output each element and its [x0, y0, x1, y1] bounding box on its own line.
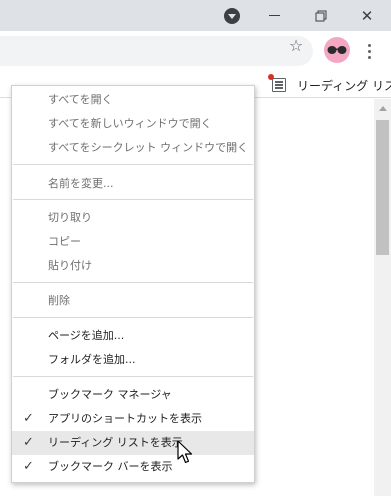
- close-button[interactable]: ✕: [355, 0, 379, 31]
- menu-item-copy[interactable]: コピー: [12, 230, 254, 254]
- sunglasses-icon: [327, 46, 347, 54]
- restore-button[interactable]: [309, 0, 333, 31]
- bookmarks-context-menu: すべてを開く すべてを新しいウィンドウで開く すべてをシークレット ウィンドウで…: [11, 85, 255, 483]
- menu-separator: [13, 376, 253, 377]
- minimize-icon: [268, 15, 280, 16]
- close-icon: ✕: [360, 6, 374, 25]
- menu-separator: [13, 164, 253, 165]
- menu-separator: [13, 282, 253, 283]
- window-title-bar: ✕: [0, 0, 391, 31]
- menu-item-paste[interactable]: 貼り付け: [12, 254, 254, 278]
- unread-dot: [268, 74, 274, 80]
- checkmark-icon: ✓: [23, 435, 34, 450]
- menu-item-open-all-incognito[interactable]: すべてをシークレット ウィンドウで開く: [12, 136, 254, 160]
- menu-item-bookmark-manager[interactable]: ブックマーク マネージャ: [12, 383, 254, 407]
- menu-item-rename[interactable]: 名前を変更...: [12, 172, 254, 196]
- profile-menu-icon[interactable]: [222, 6, 242, 25]
- checkmark-icon: ✓: [23, 459, 34, 474]
- bookmark-star-icon[interactable]: ☆: [287, 37, 305, 55]
- user-avatar-icon[interactable]: [324, 37, 350, 63]
- reading-list-button[interactable]: リーディング リスト: [268, 73, 391, 97]
- mouse-cursor-icon: [177, 440, 193, 464]
- menu-item-add-folder[interactable]: フォルダを追加...: [12, 348, 254, 372]
- checkmark-icon: ✓: [23, 411, 34, 426]
- browser-toolbar: ☆: [0, 31, 391, 72]
- reading-list-label: リーディング リスト: [297, 78, 391, 93]
- scroll-up-arrow-icon[interactable]: [379, 106, 387, 111]
- minimize-button[interactable]: [262, 0, 286, 31]
- menu-item-delete[interactable]: 削除: [12, 289, 254, 313]
- menu-item-show-apps-shortcut[interactable]: ✓ アプリのショートカットを表示: [12, 407, 254, 431]
- menu-separator: [13, 199, 253, 200]
- menu-item-open-all-new-window[interactable]: すべてを新しいウィンドウで開く: [12, 112, 254, 136]
- menu-item-show-bookmarks-bar[interactable]: ✓ ブックマーク バーを表示: [12, 455, 254, 479]
- menu-item-show-reading-list[interactable]: ✓ リーディング リストを表示: [12, 431, 254, 455]
- menu-item-cut[interactable]: 切り取り: [12, 206, 254, 230]
- reading-list-icon: [268, 74, 286, 92]
- menu-item-add-page[interactable]: ページを追加...: [12, 324, 254, 348]
- restore-icon: [315, 10, 327, 21]
- address-bar[interactable]: [0, 36, 313, 66]
- menu-item-open-all[interactable]: すべてを開く: [12, 88, 254, 112]
- menu-separator: [13, 317, 253, 318]
- scrollbar-thumb[interactable]: [376, 120, 389, 255]
- kebab-menu-icon[interactable]: [362, 39, 376, 63]
